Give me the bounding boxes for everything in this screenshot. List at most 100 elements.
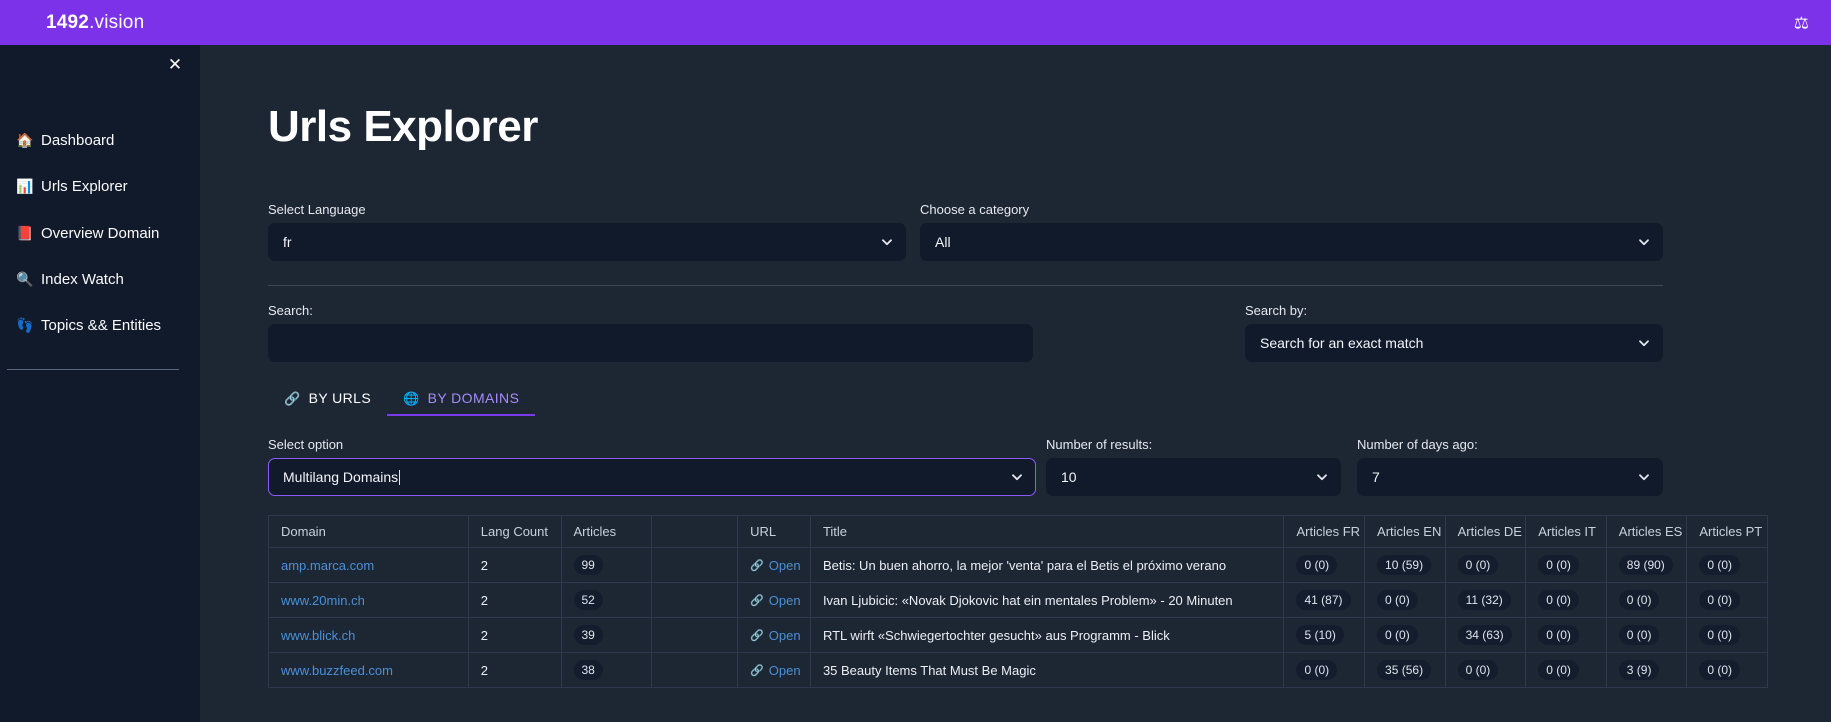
section-divider bbox=[268, 285, 1663, 286]
article-count-badge: 89 (90) bbox=[1619, 555, 1673, 575]
num-results-value: 10 bbox=[1061, 469, 1077, 485]
article-count-badge: 0 (0) bbox=[1377, 625, 1418, 645]
cell-articles-fr: 0 (0) bbox=[1284, 653, 1365, 688]
col-articles-it[interactable]: Articles IT bbox=[1526, 516, 1607, 548]
sidebar: ✕ 🏠 Dashboard 📊 Urls Explorer 📕 Overview… bbox=[0, 45, 200, 722]
language-label: Select Language bbox=[268, 202, 906, 217]
article-count-badge: 0 (0) bbox=[1538, 660, 1579, 680]
col-domain[interactable]: Domain bbox=[269, 516, 469, 548]
lang-count-value: 2 bbox=[481, 663, 488, 678]
cell-articles-es: 0 (0) bbox=[1606, 583, 1687, 618]
col-url[interactable]: URL bbox=[738, 516, 811, 548]
cell-articles-pt: 0 (0) bbox=[1687, 653, 1768, 688]
close-icon[interactable]: ✕ bbox=[164, 54, 186, 76]
sidebar-item-urls-explorer[interactable]: 📊 Urls Explorer bbox=[16, 174, 196, 198]
col-articles-es[interactable]: Articles ES bbox=[1606, 516, 1687, 548]
sidebar-item-label: Overview Domain bbox=[41, 225, 159, 242]
col-title[interactable]: Title bbox=[810, 516, 1284, 548]
cell-articles-it: 0 (0) bbox=[1526, 548, 1607, 583]
sidebar-item-dashboard[interactable]: 🏠 Dashboard bbox=[16, 128, 196, 152]
article-count-badge: 0 (0) bbox=[1699, 660, 1740, 680]
num-days-select[interactable]: 7 bbox=[1357, 458, 1663, 496]
balance-scale-icon[interactable]: ⚖ bbox=[1794, 14, 1809, 31]
search-by-select-value: Search for an exact match bbox=[1260, 335, 1423, 351]
brand-bold: 1492 bbox=[46, 12, 89, 33]
table-row: www.20min.ch 252 🔗 Open Ivan Ljubicic: «Nova… bbox=[269, 583, 1768, 618]
col-articles-de[interactable]: Articles DE bbox=[1445, 516, 1526, 548]
cell-lang-count: 2 bbox=[468, 583, 561, 618]
footprints-icon: 👣 bbox=[16, 318, 35, 332]
option-select[interactable]: Multilang Domains bbox=[268, 458, 1036, 496]
category-select[interactable]: All bbox=[920, 223, 1663, 261]
tab-by-domains[interactable]: 🌐 BY DOMAINS bbox=[387, 382, 535, 416]
col-articles[interactable]: Articles bbox=[561, 516, 652, 548]
article-count-badge: 41 (87) bbox=[1296, 590, 1350, 610]
num-days-label: Number of days ago: bbox=[1357, 437, 1663, 452]
articles-badge: 38 bbox=[574, 660, 603, 680]
cell-url: 🔗 Open bbox=[738, 583, 811, 618]
open-link[interactable]: 🔗Open bbox=[750, 628, 801, 643]
sidebar-divider bbox=[7, 369, 179, 370]
domain-link[interactable]: www.buzzfeed.com bbox=[281, 663, 393, 678]
sidebar-item-index-watch[interactable]: 🔍 Index Watch bbox=[16, 267, 196, 291]
cell-articles-it: 0 (0) bbox=[1526, 583, 1607, 618]
domain-link[interactable]: www.20min.ch bbox=[281, 593, 365, 608]
cell-articles: 52 bbox=[561, 583, 652, 618]
title-text: Ivan Ljubicic: «Novak Djokovic hat ein m… bbox=[823, 593, 1233, 608]
cell-articles-en: 0 (0) bbox=[1365, 583, 1446, 618]
brand-logo[interactable]: 1492.vision bbox=[46, 12, 144, 34]
cell-articles-it: 0 (0) bbox=[1526, 618, 1607, 653]
open-link-label: Open bbox=[769, 593, 801, 608]
col-articles-fr[interactable]: Articles FR bbox=[1284, 516, 1365, 548]
link-icon: 🔗 bbox=[750, 629, 764, 642]
language-select[interactable]: fr bbox=[268, 223, 906, 261]
cell-articles-pt: 0 (0) bbox=[1687, 548, 1768, 583]
search-field-group: Search: bbox=[268, 303, 1033, 362]
cell-articles-de: 0 (0) bbox=[1445, 653, 1526, 688]
num-results-select[interactable]: 10 bbox=[1046, 458, 1341, 496]
tab-label: BY DOMAINS bbox=[428, 390, 520, 406]
num-results-label: Number of results: bbox=[1046, 437, 1341, 452]
cell-articles-pt: 0 (0) bbox=[1687, 583, 1768, 618]
cell-articles-en: 35 (56) bbox=[1365, 653, 1446, 688]
cell-articles-de: 11 (32) bbox=[1445, 583, 1526, 618]
col-articles-pt[interactable]: Articles PT bbox=[1687, 516, 1768, 548]
search-input[interactable] bbox=[268, 324, 1033, 362]
category-label: Choose a category bbox=[920, 202, 1663, 217]
open-link[interactable]: 🔗Open bbox=[750, 663, 801, 678]
sidebar-item-label: Urls Explorer bbox=[41, 178, 128, 195]
articles-badge: 39 bbox=[574, 625, 603, 645]
search-by-select[interactable]: Search for an exact match bbox=[1245, 324, 1663, 362]
article-count-badge: 0 (0) bbox=[1458, 555, 1499, 575]
col-blank bbox=[652, 516, 738, 548]
search-by-field-group: Search by: Search for an exact match bbox=[1245, 303, 1663, 362]
domain-link[interactable]: www.blick.ch bbox=[281, 628, 355, 643]
cell-articles: 38 bbox=[561, 653, 652, 688]
chevron-down-icon bbox=[1638, 471, 1650, 483]
sidebar-item-overview-domain[interactable]: 📕 Overview Domain bbox=[16, 221, 196, 245]
cell-url: 🔗Open bbox=[738, 548, 811, 583]
table-row: www.blick.ch239🔗OpenRTL wirft «Schwieger… bbox=[269, 618, 1768, 653]
chevron-down-icon bbox=[1011, 471, 1023, 483]
domain-link[interactable]: amp.marca.com bbox=[281, 558, 374, 573]
cell-articles-en: 10 (59) bbox=[1365, 548, 1446, 583]
open-link-label: Open bbox=[769, 558, 801, 573]
article-count-badge: 0 (0) bbox=[1699, 555, 1740, 575]
open-link[interactable]: 🔗Open bbox=[750, 558, 801, 573]
open-link[interactable]: 🔗 Open bbox=[750, 593, 801, 608]
search-by-label: Search by: bbox=[1245, 303, 1663, 318]
link-icon: 🔗 bbox=[750, 594, 764, 607]
col-lang-count[interactable]: Lang Count bbox=[468, 516, 561, 548]
cell-articles-de: 0 (0) bbox=[1445, 548, 1526, 583]
num-days-field-group: Number of days ago: 7 bbox=[1357, 437, 1663, 496]
article-count-badge: 35 (56) bbox=[1377, 660, 1431, 680]
category-select-value: All bbox=[935, 234, 951, 250]
option-label: Select option bbox=[268, 437, 1036, 452]
cell-lang-count: 2 bbox=[468, 548, 561, 583]
text-caret bbox=[399, 470, 400, 485]
lang-count-value: 2 bbox=[481, 558, 488, 573]
article-count-badge: 34 (63) bbox=[1458, 625, 1512, 645]
tab-by-urls[interactable]: 🔗 BY URLS bbox=[268, 382, 387, 416]
sidebar-item-topics-entities[interactable]: 👣 Topics && Entities bbox=[16, 313, 196, 337]
col-articles-en[interactable]: Articles EN bbox=[1365, 516, 1446, 548]
